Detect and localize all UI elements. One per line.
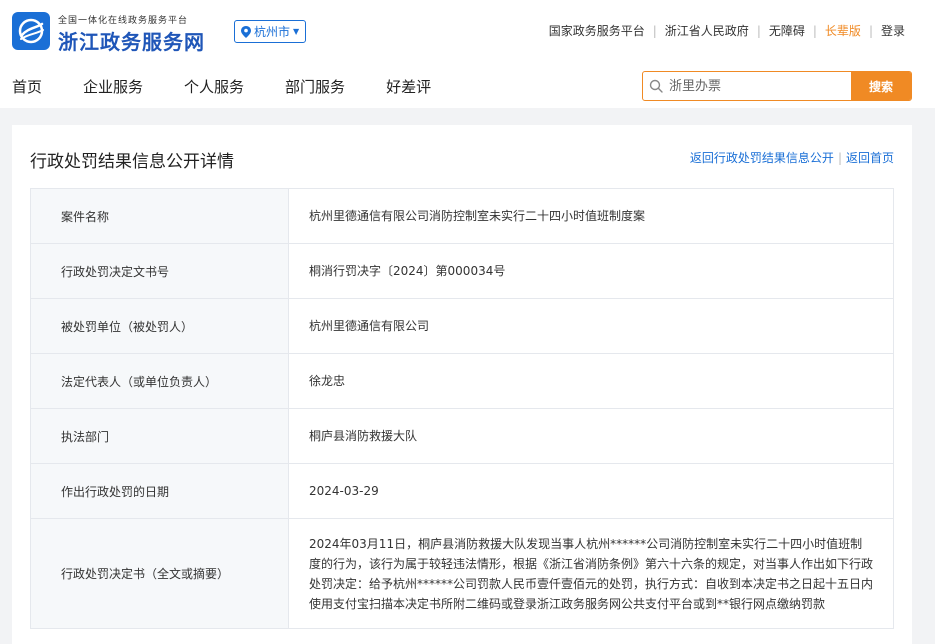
brand-title[interactable]: 浙江政务服务网 (58, 26, 205, 55)
row-value-legal-representative: 徐龙忠 (288, 353, 894, 409)
back-to-list-link[interactable]: 返回行政处罚结果信息公开 (690, 149, 834, 166)
row-label-penalty-date: 作出行政处罚的日期 (30, 463, 289, 519)
logo-icon (18, 18, 44, 44)
nav-home[interactable]: 首页 (12, 76, 42, 97)
search-icon (643, 72, 669, 100)
table-row: 执法部门 桐庐县消防救援大队 (30, 408, 894, 464)
row-label-enforcement-department: 执法部门 (30, 408, 289, 464)
link-provincial-government[interactable]: 浙江省人民政府 (657, 22, 757, 39)
page-title: 行政处罚结果信息公开详情 (30, 152, 234, 172)
table-row: 行政处罚决定文书号 桐消行罚决字〔2024〕第000034号 (30, 243, 894, 299)
card-links: 返回行政处罚结果信息公开 | 返回首页 (690, 149, 894, 166)
nav-department-services[interactable]: 部门服务 (285, 76, 345, 97)
link-elder-mode[interactable]: 长辈版 (817, 22, 869, 39)
back-to-home-link[interactable]: 返回首页 (846, 149, 894, 166)
table-row: 法定代表人（或单位负责人） 徐龙忠 (30, 353, 894, 409)
row-value-decision-text: 2024年03月11日，桐庐县消防救援大队发现当事人杭州******公司消防控制… (288, 518, 894, 629)
link-national-platform[interactable]: 国家政务服务平台 (541, 22, 653, 39)
row-value-document-number: 桐消行罚决字〔2024〕第000034号 (288, 243, 894, 299)
row-value-penalty-date: 2024-03-29 (288, 463, 894, 519)
detail-card: 行政处罚结果信息公开详情 返回行政处罚结果信息公开 | 返回首页 案件名称 杭州… (12, 125, 912, 644)
divider: | (837, 150, 842, 165)
nav-feedback[interactable]: 好差评 (386, 76, 431, 97)
row-value-enforcement-department: 桐庐县消防救援大队 (288, 408, 894, 464)
table-row: 被处罚单位（被处罚人） 杭州里德通信有限公司 (30, 298, 894, 354)
search-input[interactable] (669, 72, 851, 100)
top-links: 国家政务服务平台 | 浙江省人民政府 | 无障碍 | 长辈版 | 登录 (541, 22, 913, 39)
search-button[interactable]: 搜索 (851, 72, 911, 100)
row-value-case-name: 杭州里德通信有限公司消防控制室未实行二十四小时值班制度案 (288, 188, 894, 244)
row-label-case-name: 案件名称 (30, 188, 289, 244)
row-value-penalized-party: 杭州里德通信有限公司 (288, 298, 894, 354)
row-label-penalized-party: 被处罚单位（被处罚人） (30, 298, 289, 354)
location-pin-icon (241, 25, 251, 38)
table-row: 作出行政处罚的日期 2024-03-29 (30, 463, 894, 519)
row-label-document-number: 行政处罚决定文书号 (30, 243, 289, 299)
site-header: 全国一体化在线政务服务平台 浙江政务服务网 杭州市 ▼ 国家政务服务平台 | 浙… (0, 0, 935, 62)
caret-down-icon: ▼ (293, 27, 300, 36)
table-row: 案件名称 杭州里德通信有限公司消防控制室未实行二十四小时值班制度案 (30, 188, 894, 244)
city-name: 杭州市 (254, 25, 291, 39)
search-box: 搜索 (642, 71, 912, 101)
brand-subtitle: 全国一体化在线政务服务平台 (58, 16, 189, 26)
detail-table: 案件名称 杭州里德通信有限公司消防控制室未实行二十四小时值班制度案 行政处罚决定… (30, 188, 894, 629)
main-nav: 首页 企业服务 个人服务 部门服务 好差评 搜索 (0, 62, 935, 108)
city-selector[interactable]: 杭州市 ▼ (234, 20, 307, 43)
login-link[interactable]: 登录 (873, 22, 913, 39)
nav-personal-services[interactable]: 个人服务 (184, 76, 244, 97)
site-logo[interactable] (12, 12, 50, 50)
table-row: 行政处罚决定书（全文或摘要） 2024年03月11日，桐庐县消防救援大队发现当事… (30, 518, 894, 629)
row-label-decision-text: 行政处罚决定书（全文或摘要） (30, 518, 289, 629)
link-accessibility[interactable]: 无障碍 (761, 22, 813, 39)
nav-enterprise-services[interactable]: 企业服务 (83, 76, 143, 97)
row-label-legal-representative: 法定代表人（或单位负责人） (30, 353, 289, 409)
